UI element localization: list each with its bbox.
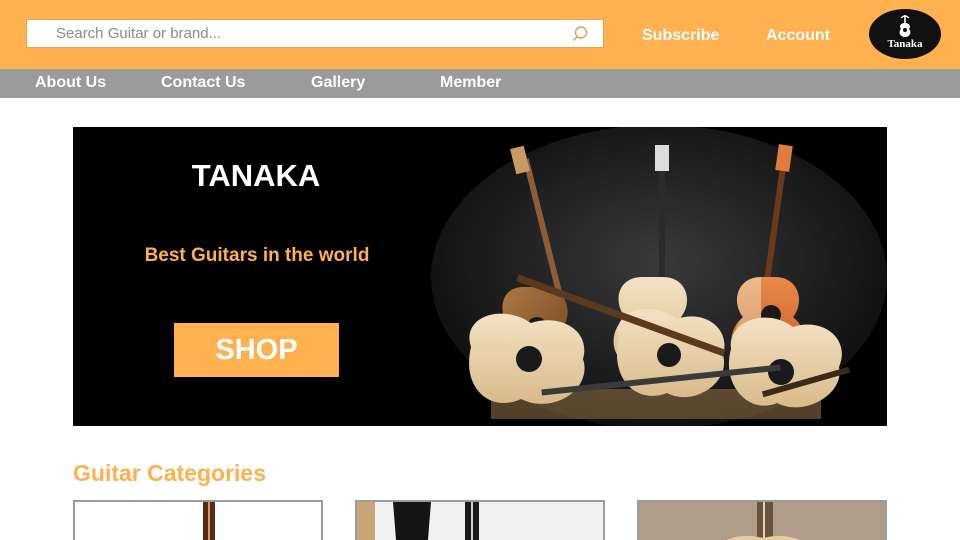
search-icon[interactable] bbox=[571, 25, 589, 43]
guitar-logo-icon bbox=[899, 15, 911, 37]
hero-guitars-image bbox=[431, 127, 887, 426]
hero-title: TANAKA bbox=[191, 158, 321, 193]
category-card-1[interactable] bbox=[73, 500, 323, 540]
category-card-3[interactable] bbox=[637, 500, 887, 540]
logo-text: Tanaka bbox=[887, 38, 923, 50]
subscribe-link[interactable]: Subscribe bbox=[642, 27, 719, 45]
search-input[interactable] bbox=[27, 20, 567, 47]
category-image-1 bbox=[75, 502, 321, 540]
category-image-2 bbox=[357, 502, 603, 540]
hero-subtitle: Best Guitars in the world bbox=[144, 245, 370, 266]
search-box bbox=[26, 19, 604, 48]
hero-banner: TANAKA Best Guitars in the world SHOP bbox=[73, 127, 887, 426]
nav-gallery[interactable]: Gallery bbox=[311, 74, 365, 92]
top-header: Subscribe Account Tanaka bbox=[0, 0, 960, 69]
brand-logo[interactable]: Tanaka bbox=[869, 9, 941, 59]
category-card-2[interactable] bbox=[355, 500, 605, 540]
nav-member[interactable]: Member bbox=[440, 74, 501, 92]
nav-about-us[interactable]: About Us bbox=[35, 74, 106, 92]
category-image-3 bbox=[639, 502, 885, 540]
nav-contact-us[interactable]: Contact Us bbox=[161, 74, 245, 92]
shop-button[interactable]: SHOP bbox=[174, 323, 339, 377]
main-nav: About Us Contact Us Gallery Member bbox=[0, 69, 960, 98]
account-link[interactable]: Account bbox=[766, 27, 830, 45]
categories-heading: Guitar Categories bbox=[73, 460, 266, 486]
